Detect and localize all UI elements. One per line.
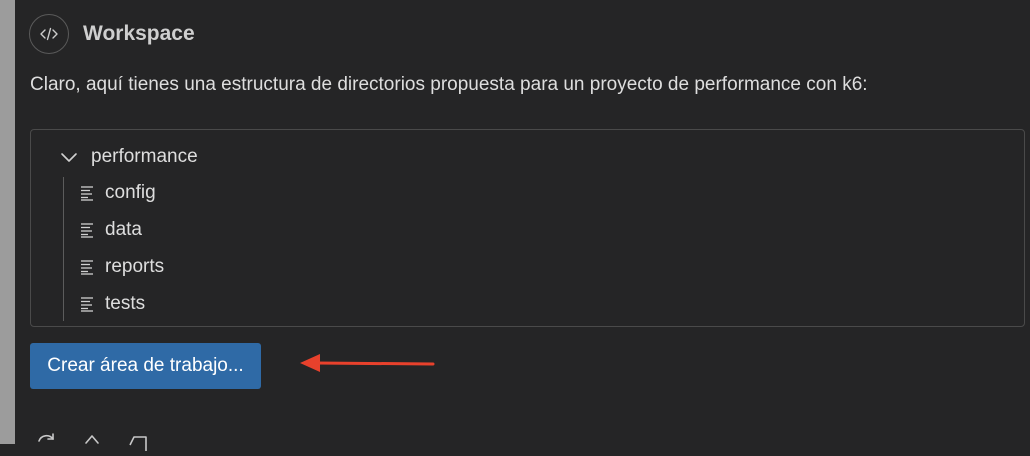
copy-icon[interactable]: [125, 430, 151, 456]
tree-item-data[interactable]: data: [79, 219, 142, 241]
create-workspace-button[interactable]: Crear área de trabajo...: [30, 343, 261, 389]
file-lines-icon: [79, 296, 95, 312]
participant-title: Workspace: [83, 22, 195, 45]
tree-item-tests[interactable]: tests: [79, 293, 145, 315]
file-tree: performance config data reports tests: [30, 129, 1025, 327]
share-icon[interactable]: [79, 430, 105, 456]
chat-panel: Workspace Claro, aquí tienes una estruct…: [15, 0, 1030, 451]
response-header: Workspace: [29, 14, 195, 54]
tree-item-label: reports: [105, 256, 165, 277]
file-lines-icon: [79, 185, 95, 201]
annotation-arrow: [300, 354, 435, 372]
tree-root-label: performance: [91, 146, 198, 167]
code-icon: [29, 14, 69, 54]
response-message: Claro, aquí tienes una estructura de dir…: [30, 74, 868, 95]
tree-item-label: tests: [105, 293, 146, 314]
chevron-down-icon[interactable]: [59, 147, 79, 167]
tree-item-label: config: [105, 182, 156, 203]
refresh-icon[interactable]: [33, 430, 59, 456]
file-lines-icon: [79, 259, 95, 275]
left-edge-bar: [0, 0, 15, 444]
tree-indent-guide: [63, 177, 64, 321]
tree-item-config[interactable]: config: [79, 182, 156, 204]
tree-item-label: data: [105, 219, 142, 240]
file-lines-icon: [79, 222, 95, 238]
tree-root-performance[interactable]: performance: [59, 146, 198, 168]
response-actions: [33, 430, 151, 456]
tree-item-reports[interactable]: reports: [79, 256, 164, 278]
